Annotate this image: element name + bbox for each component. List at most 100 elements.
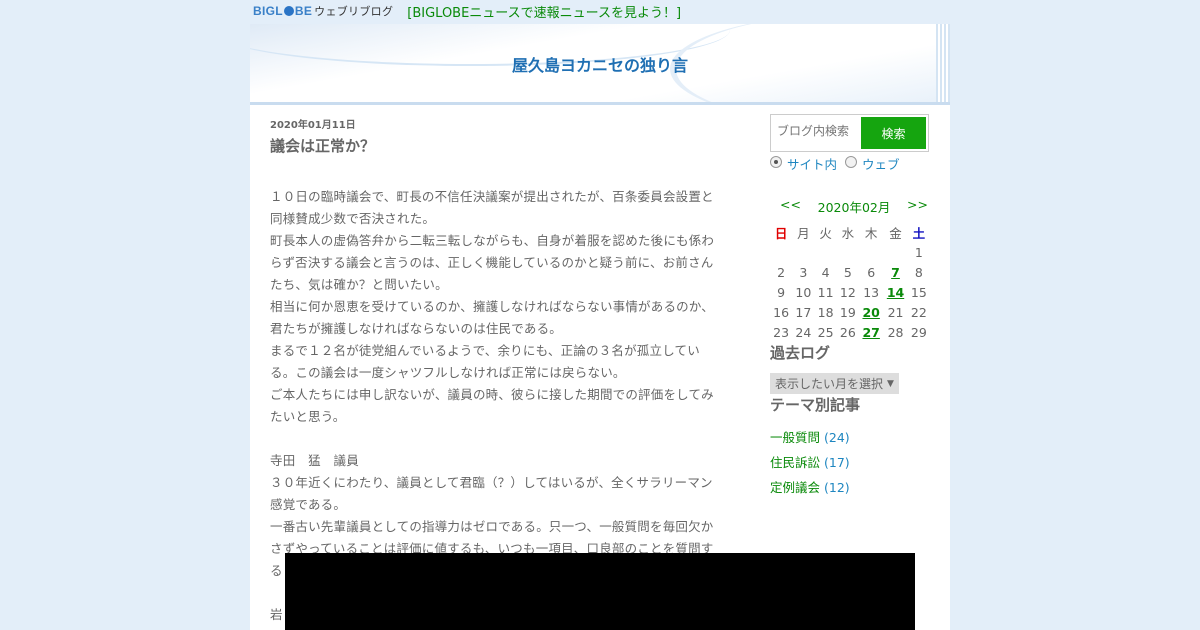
post-body-line: ご本人たちには申し訳ないが、議員の時、彼らに接した期間での評価をしてみ bbox=[270, 387, 714, 402]
calendar-weekday: 金 bbox=[889, 225, 902, 241]
calendar-day: 21 bbox=[887, 304, 904, 320]
calendar-day-link[interactable]: 14 bbox=[883, 282, 907, 302]
calendar-month[interactable]: 2020年02月 bbox=[818, 197, 891, 216]
chevron-down-icon: ▼ bbox=[887, 379, 894, 389]
post-body-line: 一番古い先輩議員としての指導力はゼロである。只一つ、一般質問を毎回欠か bbox=[270, 519, 714, 534]
calendar-day: 12 bbox=[839, 284, 856, 300]
archive-month-select[interactable]: 表示したい月を選択 ▼ bbox=[770, 373, 899, 394]
calendar-week: 9 10 11 12 13 14 15 bbox=[770, 282, 930, 302]
theme-item[interactable]: 一般質問 (24) bbox=[770, 425, 940, 450]
calendar-prev-link[interactable]: << bbox=[780, 197, 801, 216]
calendar-day: 5 bbox=[843, 264, 852, 280]
post-body-line: １０日の臨時議会で、町長の不信任決議案が提出されたが、百条委員会設置と bbox=[270, 189, 714, 204]
theme-list: 一般質問 (24) 住民訴訟 (17) 定例議会 (12) bbox=[770, 425, 940, 500]
calendar-day: 26 bbox=[839, 324, 856, 340]
logo-text-be: BE bbox=[294, 4, 313, 18]
calendar-day-link[interactable]: 27 bbox=[859, 322, 883, 342]
theme-item-count: (12) bbox=[824, 480, 850, 495]
calendar-day: 2 bbox=[777, 264, 786, 280]
post-body-line bbox=[270, 428, 730, 450]
calendar-week: 1 bbox=[770, 242, 930, 262]
calendar-day: 4 bbox=[821, 264, 830, 280]
radio-web[interactable] bbox=[845, 155, 858, 168]
radio-site[interactable] bbox=[770, 155, 782, 168]
calendar-day: 3 bbox=[799, 264, 808, 280]
calendar-day: 29 bbox=[910, 324, 927, 340]
calendar-day: 18 bbox=[817, 304, 834, 320]
biglobe-news-link[interactable]: [BIGLOBEニュースで速報ニュースを見よう！] bbox=[407, 2, 681, 21]
calendar-day: 8 bbox=[914, 264, 923, 280]
calendar-day-link[interactable]: 7 bbox=[883, 262, 907, 282]
post-body-line: まるで１２名が徒党組んでいるようで、余りにも、正論の３名が孤立してい bbox=[270, 343, 700, 358]
calendar-day: 6 bbox=[867, 264, 876, 280]
calendar-day: 16 bbox=[773, 304, 790, 320]
post-body-line: 町長本人の虚偽答弁から二転三転しながらも、自身が着服を認めた後にも係わ bbox=[270, 233, 715, 248]
calendar-week: 23 24 25 26 27 28 29 bbox=[770, 322, 930, 342]
post-body-line: 君たちが擁護しなければならないのは住民である。 bbox=[270, 321, 562, 336]
calendar-grid: 日月火水木金土 1 2 3 4 5 6 7 8 9 10 11 12 13 14 15 16 17 18 19 20 2… bbox=[770, 222, 930, 342]
main-column: 2020年01月11日 議会は正常か？ １０日の臨時議会で、町長の不信任決議案が… bbox=[270, 116, 730, 626]
calendar-weekday: 月 bbox=[797, 225, 810, 241]
post-date: 2020年01月11日 bbox=[270, 120, 356, 131]
theme-heading: テーマ別記事 bbox=[770, 396, 861, 414]
calendar-day: 25 bbox=[817, 324, 834, 340]
calendar-day bbox=[837, 242, 859, 262]
calendar-day: 24 bbox=[795, 324, 812, 340]
archive-heading: 過去ログ bbox=[770, 344, 831, 362]
theme-item-count: (24) bbox=[824, 430, 850, 445]
radio-web-label[interactable]: ウェブ bbox=[862, 154, 900, 173]
calendar-day bbox=[815, 242, 837, 262]
calendar-day: 23 bbox=[773, 324, 790, 340]
calendar-day: 11 bbox=[817, 284, 834, 300]
calendar-weekday: 日 bbox=[774, 225, 788, 241]
theme-item[interactable]: 定例議会 (12) bbox=[770, 475, 940, 500]
post-body-line: 相当に何か恩恵を受けているのか、擁護しなければならない事情があるのか、 bbox=[270, 299, 715, 314]
calendar-day-link[interactable]: 20 bbox=[859, 302, 883, 322]
post-body-line: 寺田 猛 議員 bbox=[270, 453, 359, 468]
logo-text-webryblog: ウェブリブログ bbox=[314, 6, 394, 18]
calendar-weekday: 水 bbox=[841, 225, 855, 241]
calendar-day: 1 bbox=[914, 244, 923, 260]
theme-item-name[interactable]: 住民訴訟 bbox=[770, 455, 820, 470]
calendar-weekday: 土 bbox=[912, 225, 926, 241]
calendar-day bbox=[770, 242, 792, 262]
post-body-line: たち、気は確か？と問いたい。 bbox=[270, 277, 448, 292]
biglobe-webryblog-logo[interactable]: BIGL BE ウェブリブログ bbox=[253, 3, 393, 19]
blog-title[interactable]: 屋久島ヨカニセの独り言 bbox=[250, 52, 950, 76]
calendar-day: 15 bbox=[910, 284, 927, 300]
calendar: << 2020年02月 >> 日月火水木金土 1 2 3 4 5 6 7 8 9 10 11 12 13… bbox=[770, 197, 930, 342]
calendar-days: 1 2 3 4 5 6 7 8 9 10 11 12 13 14 15 16 17 18 19 20 21 22 23 24 2… bbox=[770, 242, 930, 342]
search-button[interactable]: 検索 bbox=[861, 117, 926, 149]
overlay-black-box bbox=[285, 553, 915, 630]
radio-site-label[interactable]: サイト内 bbox=[787, 154, 837, 173]
search-scope: サイト内 ウェブ bbox=[770, 154, 940, 173]
post-title[interactable]: 議会は正常か？ bbox=[270, 135, 730, 156]
theme-item-name[interactable]: 一般質問 bbox=[770, 430, 820, 445]
calendar-day: 17 bbox=[795, 304, 812, 320]
calendar-week: 16 17 18 19 20 21 22 bbox=[770, 302, 930, 322]
calendar-day bbox=[883, 242, 907, 262]
calendar-weekday: 火 bbox=[819, 225, 832, 241]
blog-header: 屋久島ヨカニセの独り言 bbox=[250, 24, 950, 105]
theme-item-name[interactable]: 定例議会 bbox=[770, 480, 820, 495]
top-bar: BIGL BE ウェブリブログ [BIGLOBEニュースで速報ニュースを見よう！… bbox=[253, 2, 681, 21]
archive-select-label: 表示したい月を選択 bbox=[775, 377, 884, 391]
calendar-weekday: 木 bbox=[864, 225, 878, 241]
post-body-line: たいと思う。 bbox=[270, 409, 346, 424]
calendar-day: 9 bbox=[777, 284, 786, 300]
logo-globe-icon bbox=[283, 6, 294, 16]
calendar-day: 28 bbox=[887, 324, 904, 340]
calendar-weekdays: 日月火水木金土 bbox=[770, 222, 930, 242]
theme-item[interactable]: 住民訴訟 (17) bbox=[770, 450, 940, 475]
logo-text-bigl: BIGL bbox=[253, 4, 283, 18]
search-input[interactable] bbox=[775, 123, 861, 139]
calendar-next-link[interactable]: >> bbox=[907, 197, 928, 216]
post-body-line: 感覚である。 bbox=[270, 497, 347, 512]
post-body-line: ３０年近くにわたり、議員として君臨（？）してはいるが、全くサラリーマン bbox=[270, 475, 713, 490]
sidebar: 検索 サイト内 ウェブ << 2020年02月 >> 日月火水木金土 12345… bbox=[770, 114, 940, 500]
calendar-day: 10 bbox=[795, 284, 812, 300]
calendar-day bbox=[792, 242, 814, 262]
calendar-day: 13 bbox=[863, 284, 880, 300]
page-frame: 屋久島ヨカニセの独り言 2020年01月11日 議会は正常か？ １０日の臨時議会… bbox=[250, 24, 950, 630]
calendar-day: 19 bbox=[839, 304, 856, 320]
